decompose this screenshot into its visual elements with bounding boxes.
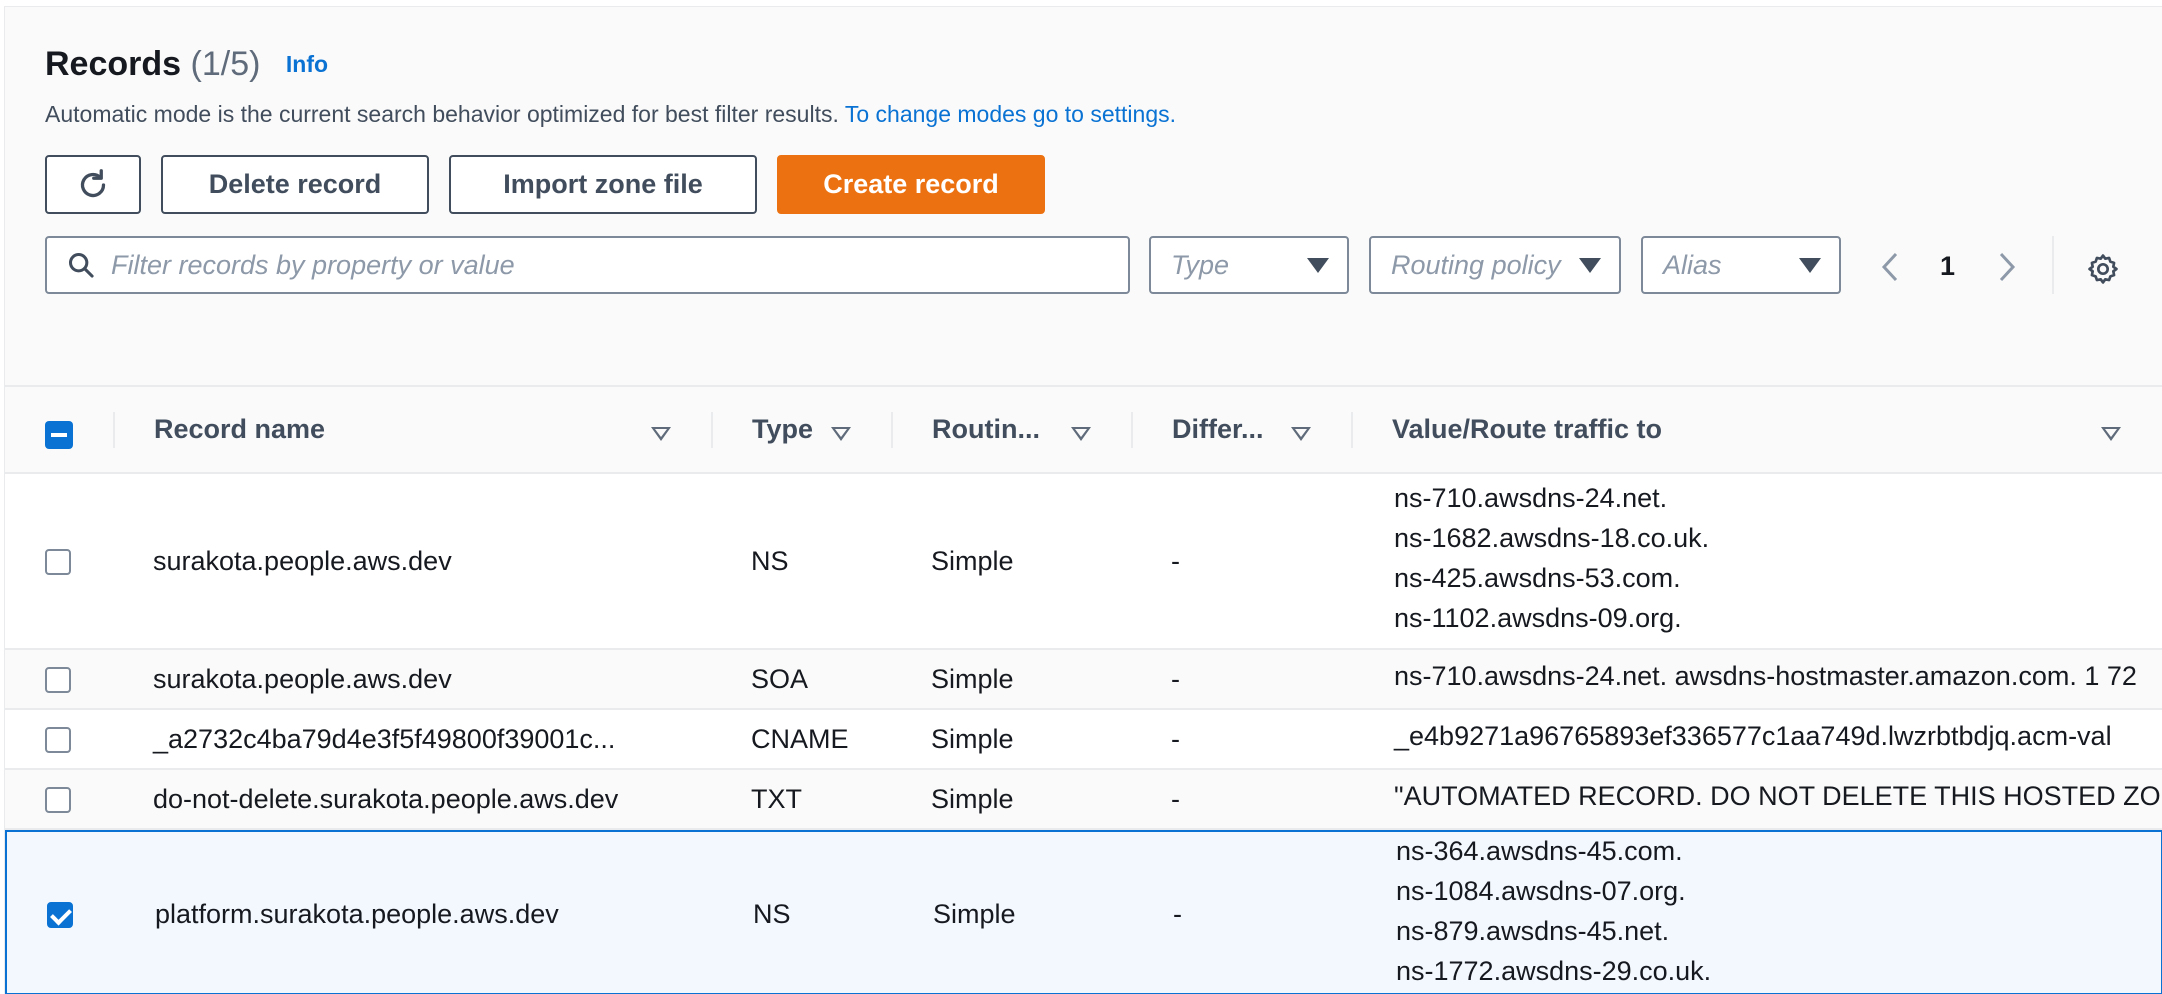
routing-policy-cell: Simple [931,664,1014,694]
import-zone-file-button[interactable]: Import zone file [449,155,757,214]
info-link[interactable]: Info [286,51,328,77]
differentiator-cell: - [1171,664,1180,694]
sort-icon[interactable] [1291,427,1311,441]
search-icon [68,252,94,278]
refresh-icon [80,168,106,197]
routing-policy-cell: Simple [931,546,1014,576]
table-row[interactable]: _a2732c4ba79d4e3f5f49800f39001c... CNAME S… [5,710,2162,770]
row-checkbox[interactable] [45,787,71,813]
value-cell: "AUTOMATED RECORD. DO NOT DELETE THIS HO… [1394,776,2162,816]
value-line: "AUTOMATED RECORD. DO NOT DELETE THIS HO… [1394,781,2162,811]
value-line: ns-1084.awsdns-07.org. [1396,876,1686,906]
search-mode-description: Automatic mode is the current search beh… [45,101,1176,128]
record-name-cell: _a2732c4ba79d4e3f5f49800f39001c... [153,724,616,754]
delete-record-button[interactable]: Delete record [161,155,429,214]
record-name-cell: surakota.people.aws.dev [153,546,452,576]
sort-icon[interactable] [831,427,851,441]
current-page-number[interactable]: 1 [1940,251,1955,282]
column-separator [113,412,115,448]
value-line: ns-425.awsdns-53.com. [1394,563,1681,593]
differentiator-cell: - [1171,784,1180,814]
record-type-cell: NS [751,546,789,576]
caret-down-icon [1579,257,1601,273]
column-separator [1131,412,1133,448]
routing-policy-cell: Simple [933,899,1016,929]
record-name-cell: surakota.people.aws.dev [153,664,452,694]
value-line: ns-364.awsdns-45.com. [1396,836,1683,866]
value-line: _e4b9271a96765893ef336577c1aa749d.lwzrbt… [1394,721,2112,751]
differentiator-cell: - [1171,546,1180,576]
alias-filter-placeholder: Alias [1663,249,1722,280]
routing-policy-cell: Simple [931,784,1014,814]
search-placeholder: Filter records by property or value [111,249,515,280]
gear-icon[interactable] [2086,252,2120,286]
search-input[interactable]: Filter records by property or value [45,236,1130,294]
sort-icon[interactable] [2101,427,2121,441]
value-cell: ns-710.awsdns-24.net. awsdns-hostmaster.… [1394,656,2137,696]
value-cell: ns-710.awsdns-24.net. ns-1682.awsdns-18.c… [1394,478,1709,638]
table-row[interactable]: platform.surakota.people.aws.dev NS Simple… [5,830,2162,994]
alias-filter-select[interactable]: Alias [1641,236,1841,294]
caret-down-icon [1307,257,1329,273]
column-separator [1351,412,1353,448]
select-all-checkbox[interactable] [45,421,73,449]
refresh-button[interactable] [45,155,141,214]
routing-policy-cell: Simple [931,724,1014,754]
caret-down-icon [1799,257,1821,273]
row-checkbox[interactable] [45,549,71,575]
record-name-cell: do-not-delete.surakota.people.aws.dev [153,784,619,814]
create-record-button[interactable]: Create record [777,155,1045,214]
table-header: Record name Type Routin... Differ... Val… [5,385,2162,474]
page-title: Records (1/5) Info [45,45,328,84]
value-cell: ns-364.awsdns-45.com. ns-1084.awsdns-07.o… [1396,831,1711,991]
routing-policy-filter-select[interactable]: Routing policy [1369,236,1621,294]
record-count: (1/5) [190,45,261,83]
routing-filter-placeholder: Routing policy [1391,249,1561,280]
value-line: ns-879.awsdns-45.net. [1396,916,1670,946]
value-cell: _e4b9271a96765893ef336577c1aa749d.lwzrbt… [1394,716,2112,756]
pagination-divider [2052,236,2054,294]
column-header-record-name[interactable]: Record name [154,387,325,472]
value-line: ns-1682.awsdns-18.co.uk. [1394,523,1710,553]
row-checkbox[interactable] [45,727,71,753]
record-type-cell: NS [753,899,791,929]
settings-link[interactable]: To change modes go to settings. [845,101,1176,127]
description-text: Automatic mode is the current search beh… [45,101,839,127]
type-filter-select[interactable]: Type [1149,236,1349,294]
record-type-cell: SOA [751,664,809,694]
record-name-cell: platform.surakota.people.aws.dev [155,899,559,929]
sort-icon[interactable] [1071,427,1091,441]
column-header-type[interactable]: Type [752,387,813,472]
row-checkbox[interactable] [45,667,71,693]
value-line: ns-710.awsdns-24.net. [1394,483,1668,513]
next-page-icon[interactable] [1995,251,2019,283]
title-text: Records [45,45,182,83]
column-separator [711,412,713,448]
column-header-routing-policy[interactable]: Routin... [932,387,1040,472]
table-row[interactable]: surakota.people.aws.dev NS Simple - ns-710.a… [5,474,2162,650]
value-line: ns-1102.awsdns-09.org. [1394,603,1682,633]
value-line: ns-1772.awsdns-29.co.uk. [1396,956,1712,986]
differentiator-cell: - [1171,724,1180,754]
record-type-cell: CNAME [751,724,849,754]
record-type-cell: TXT [751,784,802,814]
table-row[interactable]: surakota.people.aws.dev SOA Simple - ns-710.… [5,650,2162,710]
table-row[interactable]: do-not-delete.surakota.people.aws.dev TXT… [5,770,2162,830]
row-checkbox[interactable] [47,902,73,928]
previous-page-icon[interactable] [1878,251,1902,283]
value-line: ns-710.awsdns-24.net. awsdns-hostmaster.… [1394,661,2137,691]
column-header-value[interactable]: Value/Route traffic to [1392,387,1662,472]
column-header-differentiator[interactable]: Differ... [1172,387,1264,472]
sort-icon[interactable] [651,427,671,441]
differentiator-cell: - [1173,899,1182,929]
column-separator [891,412,893,448]
records-panel: Records (1/5) Info Automatic mode is the… [4,6,2162,994]
type-filter-placeholder: Type [1171,249,1230,280]
